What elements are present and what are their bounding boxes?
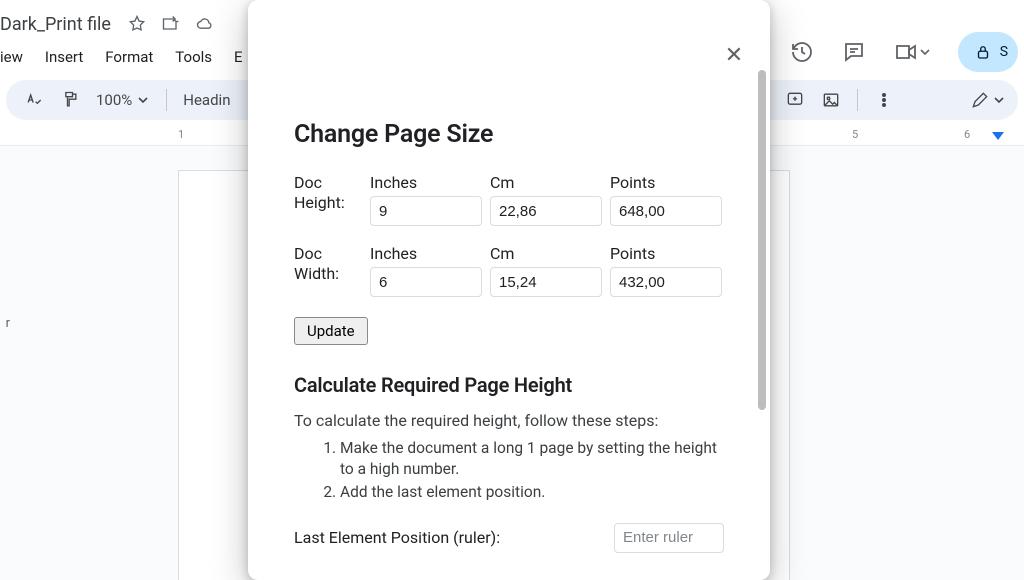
ruler-tick: 6 bbox=[964, 128, 970, 141]
editing-mode-button[interactable] bbox=[968, 90, 1006, 110]
update-button[interactable]: Update bbox=[294, 317, 368, 345]
width-points-input[interactable] bbox=[610, 267, 722, 297]
last-element-input[interactable] bbox=[614, 523, 724, 553]
zoom-select[interactable]: 100% bbox=[96, 91, 148, 109]
height-cm-input[interactable] bbox=[490, 196, 602, 226]
pencil-icon bbox=[970, 90, 990, 110]
cloud-status-icon[interactable] bbox=[195, 14, 215, 34]
separator bbox=[857, 89, 858, 111]
dialog-scrollbar[interactable] bbox=[758, 70, 766, 410]
calc-step: Add the last element position. bbox=[340, 482, 724, 503]
unit-inches-label: Inches bbox=[370, 244, 482, 263]
more-icon[interactable] bbox=[868, 84, 900, 116]
doc-width-row: Doc Width: Inches Cm Points bbox=[294, 244, 724, 297]
height-points-input[interactable] bbox=[610, 196, 722, 226]
left-strip-char: r bbox=[0, 316, 10, 331]
ruler-tick: 1 bbox=[178, 128, 184, 141]
page-size-dialog: ✕ Change Page Size Doc Height: Inches Cm… bbox=[248, 0, 770, 580]
unit-cm-label: Cm bbox=[490, 244, 602, 263]
unit-points-label: Points bbox=[610, 244, 722, 263]
calc-description: To calculate the required height, follow… bbox=[294, 411, 724, 430]
insert-image-icon[interactable] bbox=[815, 84, 847, 116]
menu-insert[interactable]: Insert bbox=[45, 48, 83, 66]
caret-down-icon bbox=[138, 95, 148, 105]
menu-tools[interactable]: Tools bbox=[175, 48, 212, 66]
right-indent-marker[interactable] bbox=[992, 132, 1004, 140]
height-inches-input[interactable] bbox=[370, 196, 482, 226]
width-cm-input[interactable] bbox=[490, 267, 602, 297]
menu-view[interactable]: iew bbox=[0, 48, 23, 66]
unit-points-label: Points bbox=[610, 173, 722, 192]
menu-extensions[interactable]: E bbox=[234, 48, 243, 66]
move-icon[interactable] bbox=[161, 14, 181, 34]
doc-width-label: Doc Width: bbox=[294, 244, 362, 284]
calc-title: Calculate Required Page Height bbox=[294, 373, 724, 397]
style-select[interactable]: Headin bbox=[183, 91, 230, 109]
doc-height-label: Doc Height: bbox=[294, 173, 362, 213]
doc-height-row: Doc Height: Inches Cm Points bbox=[294, 173, 724, 226]
ruler-tick: 5 bbox=[852, 128, 858, 141]
star-icon[interactable] bbox=[127, 14, 147, 34]
width-inches-input[interactable] bbox=[370, 267, 482, 297]
zoom-value: 100% bbox=[96, 91, 132, 109]
close-icon: ✕ bbox=[725, 45, 743, 67]
paint-format-icon[interactable] bbox=[54, 84, 86, 116]
doc-title[interactable]: Dark_Print file bbox=[0, 14, 111, 35]
calc-steps-list: Make the document a long 1 page by setti… bbox=[294, 438, 724, 503]
calc-step: Make the document a long 1 page by setti… bbox=[340, 438, 724, 480]
caret-down-icon bbox=[994, 95, 1004, 105]
unit-cm-label: Cm bbox=[490, 173, 602, 192]
last-element-label: Last Element Position (ruler): bbox=[294, 528, 500, 547]
separator bbox=[166, 89, 167, 111]
menu-format[interactable]: Format bbox=[105, 48, 153, 66]
close-button[interactable]: ✕ bbox=[720, 42, 748, 70]
spellcheck-icon[interactable] bbox=[18, 84, 50, 116]
unit-inches-label: Inches bbox=[370, 173, 482, 192]
dialog-title: Change Page Size bbox=[294, 120, 724, 149]
add-comment-icon[interactable] bbox=[779, 84, 811, 116]
